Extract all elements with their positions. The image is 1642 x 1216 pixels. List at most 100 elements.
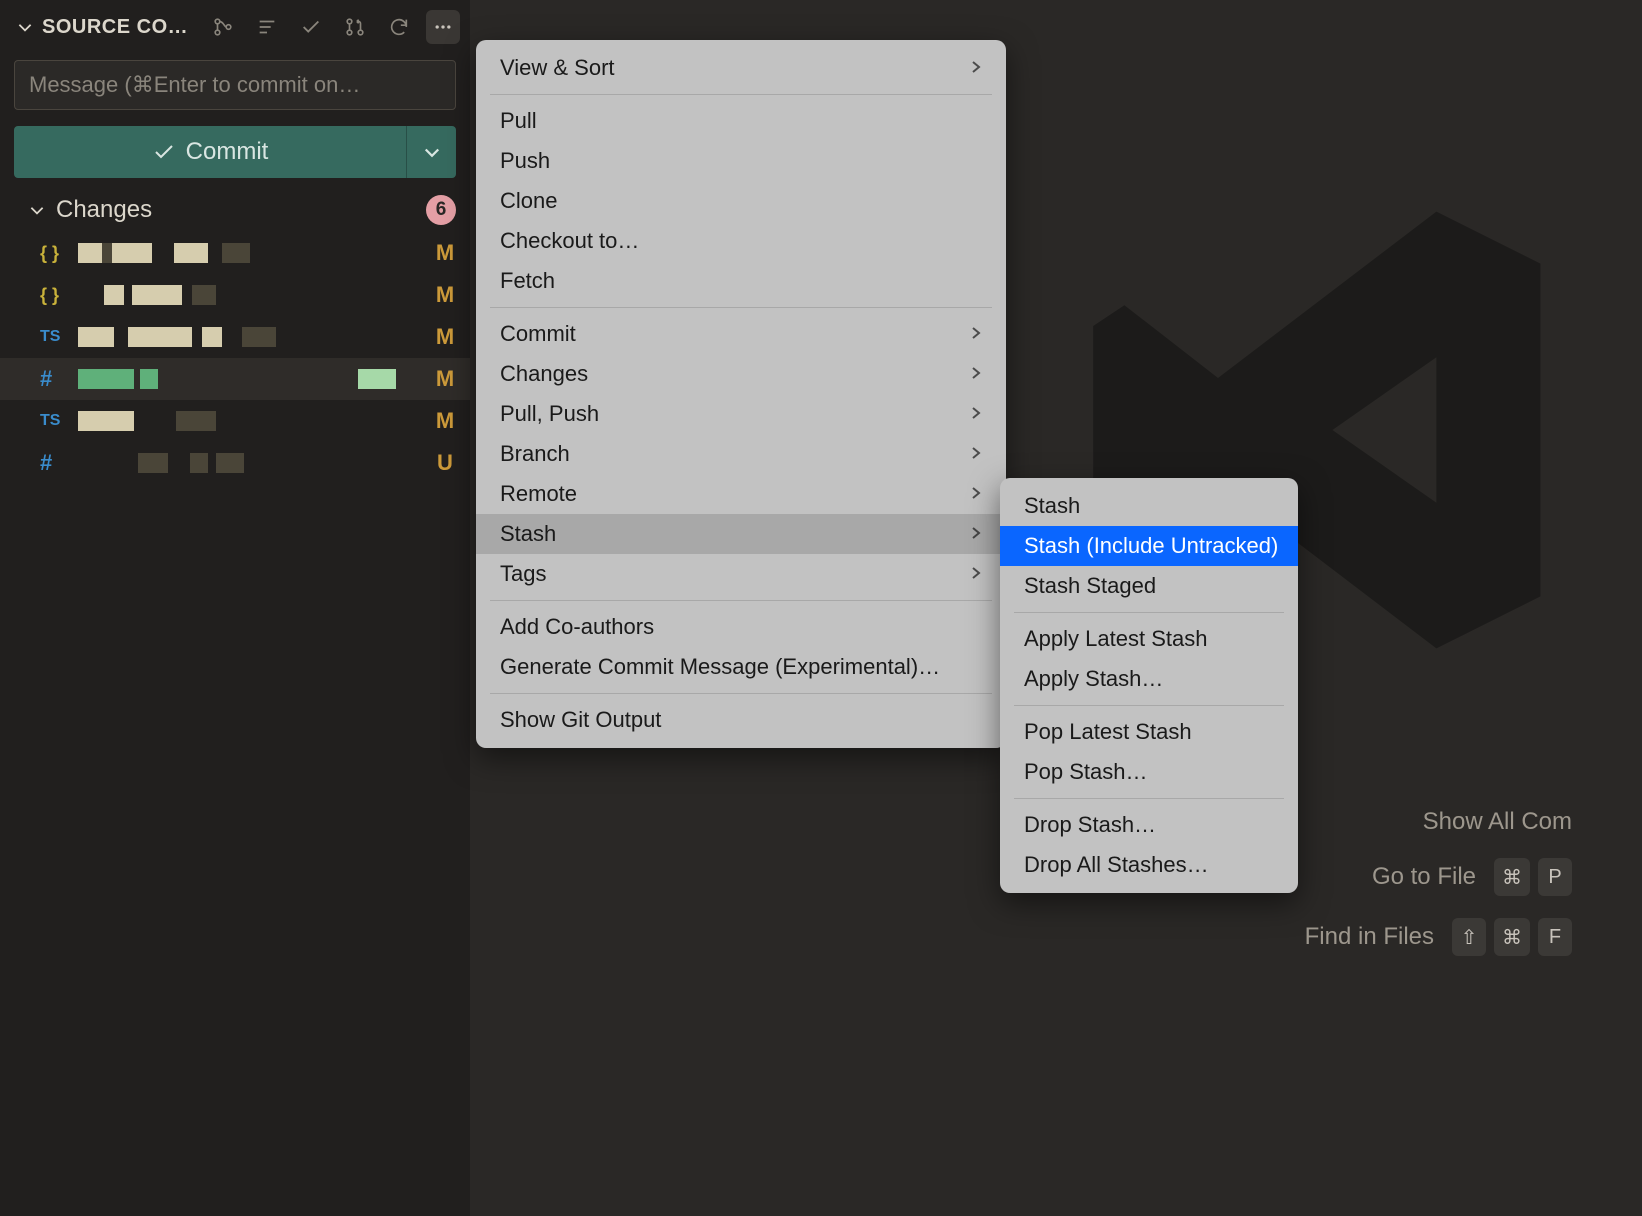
menu-item[interactable]: Stash: [1000, 486, 1298, 526]
shortcut-label: Go to File: [1372, 863, 1476, 891]
menu-item[interactable]: Add Co-authors: [476, 607, 1006, 647]
scm-more-menu: View & Sort Pull PushClone Checkout to… Fetc…: [476, 40, 1006, 748]
menu-item-label: Branch: [500, 441, 570, 467]
file-name-redacted: [78, 410, 424, 432]
menu-item-label: Pull: [500, 108, 537, 134]
menu-item-label: Tags: [500, 561, 546, 587]
menu-item[interactable]: Pull: [476, 101, 1006, 141]
menu-item[interactable]: Pull, Push: [476, 394, 1006, 434]
menu-item[interactable]: Drop Stash…: [1000, 805, 1298, 845]
view-graph-icon[interactable]: [210, 14, 236, 40]
changes-file-list: { } M { } M TS M: [0, 232, 470, 484]
commit-message-input[interactable]: [14, 60, 456, 110]
file-status-modified: M: [434, 366, 456, 392]
menu-item[interactable]: Clone: [476, 181, 1006, 221]
submenu-arrow-icon: [970, 55, 982, 81]
key: P: [1538, 858, 1572, 896]
file-name-redacted: [78, 368, 424, 390]
menu-item-label: Drop Stash…: [1024, 812, 1156, 838]
changes-section-header[interactable]: Changes 6: [0, 188, 470, 232]
file-status-modified: M: [434, 324, 456, 350]
menu-item-label: Fetch: [500, 268, 555, 294]
panel-action-icons: [210, 14, 412, 40]
menu-item[interactable]: Commit: [476, 314, 1006, 354]
panel-title: SOURCE CO…: [42, 16, 188, 39]
menu-item[interactable]: Changes: [476, 354, 1006, 394]
menu-item[interactable]: Pop Stash…: [1000, 752, 1298, 792]
changes-count-badge: 6: [426, 195, 456, 225]
file-row[interactable]: # M: [0, 358, 470, 400]
more-actions-button[interactable]: [426, 10, 460, 44]
menu-item[interactable]: Checkout to…: [476, 221, 1006, 261]
menu-item[interactable]: Drop All Stashes…: [1000, 845, 1298, 885]
file-status-modified: M: [434, 240, 456, 266]
menu-item[interactable]: Show Git Output: [476, 700, 1006, 740]
commit-button-row: Commit: [0, 116, 470, 188]
file-row[interactable]: { } M: [0, 232, 470, 274]
submenu-arrow-icon: [970, 361, 982, 387]
hash-icon: #: [40, 450, 68, 476]
menu-item[interactable]: Apply Latest Stash: [1000, 619, 1298, 659]
app-root: SOURCE CO…: [0, 0, 1642, 1216]
menu-item[interactable]: Apply Stash…: [1000, 659, 1298, 699]
menu-item-label: Add Co-authors: [500, 614, 654, 640]
shortcut-row: Go to File ⌘ P: [1372, 858, 1572, 896]
menu-item[interactable]: Branch: [476, 434, 1006, 474]
menu-item-label: Apply Latest Stash: [1024, 626, 1207, 652]
collapse-panel-icon[interactable]: [16, 18, 34, 36]
commit-dropdown-button[interactable]: [406, 126, 456, 178]
menu-item-label: Stash: [1024, 493, 1080, 519]
shortcut-label: Find in Files: [1305, 923, 1434, 951]
menu-item[interactable]: Fetch: [476, 261, 1006, 301]
file-row[interactable]: TS M: [0, 400, 470, 442]
menu-item-label: Apply Stash…: [1024, 666, 1163, 692]
menu-item-label: Checkout to…: [500, 228, 639, 254]
menu-item[interactable]: View & Sort: [476, 48, 1006, 88]
menu-item-label: Show Git Output: [500, 707, 661, 733]
source-control-panel: SOURCE CO…: [0, 0, 470, 1216]
file-name-redacted: [78, 284, 424, 306]
menu-item[interactable]: Stash Staged: [1000, 566, 1298, 606]
menu-item[interactable]: Tags: [476, 554, 1006, 594]
file-row[interactable]: { } M: [0, 274, 470, 316]
menu-item-label: Stash (Include Untracked): [1024, 533, 1278, 559]
commit-button-label: Commit: [186, 138, 269, 166]
key: ⇧: [1452, 918, 1486, 956]
panel-header: SOURCE CO…: [0, 0, 470, 54]
checkmark-icon[interactable]: [298, 14, 324, 40]
file-row[interactable]: # U: [0, 442, 470, 484]
hash-icon: #: [40, 366, 68, 392]
file-status-untracked: U: [434, 450, 456, 476]
create-pr-icon[interactable]: [342, 14, 368, 40]
menu-item-label: Stash Staged: [1024, 573, 1156, 599]
file-name-redacted: [78, 242, 424, 264]
file-row[interactable]: TS M: [0, 316, 470, 358]
submenu-arrow-icon: [970, 441, 982, 467]
submenu-arrow-icon: [970, 561, 982, 587]
key: F: [1538, 918, 1572, 956]
chevron-down-icon: [28, 201, 46, 219]
commit-button[interactable]: Commit: [14, 126, 406, 178]
shortcut-row: Find in Files ⇧ ⌘ F: [1305, 918, 1572, 956]
file-status-modified: M: [434, 408, 456, 434]
submenu-arrow-icon: [970, 481, 982, 507]
menu-item[interactable]: Push: [476, 141, 1006, 181]
menu-item-label: Drop All Stashes…: [1024, 852, 1209, 878]
shortcut-keys: ⌘ P: [1494, 858, 1572, 896]
shortcut-keys: ⇧ ⌘ F: [1452, 918, 1572, 956]
menu-item[interactable]: Pop Latest Stash: [1000, 712, 1298, 752]
list-icon[interactable]: [254, 14, 280, 40]
refresh-icon[interactable]: [386, 14, 412, 40]
menu-item[interactable]: Stash (Include Untracked): [1000, 526, 1298, 566]
menu-item-label: Changes: [500, 361, 588, 387]
menu-item-label: Remote: [500, 481, 577, 507]
menu-item-label: Generate Commit Message (Experimental)…: [500, 654, 940, 680]
submenu-arrow-icon: [970, 401, 982, 427]
welcome-shortcuts: Show All Com Go to File ⌘ P Find in File…: [1305, 808, 1572, 956]
ts-icon: TS: [40, 328, 68, 346]
menu-item[interactable]: Remote: [476, 474, 1006, 514]
json-icon: { }: [40, 285, 68, 306]
json-icon: { }: [40, 243, 68, 264]
menu-item[interactable]: Generate Commit Message (Experimental)…: [476, 647, 1006, 687]
menu-item[interactable]: Stash: [476, 514, 1006, 554]
